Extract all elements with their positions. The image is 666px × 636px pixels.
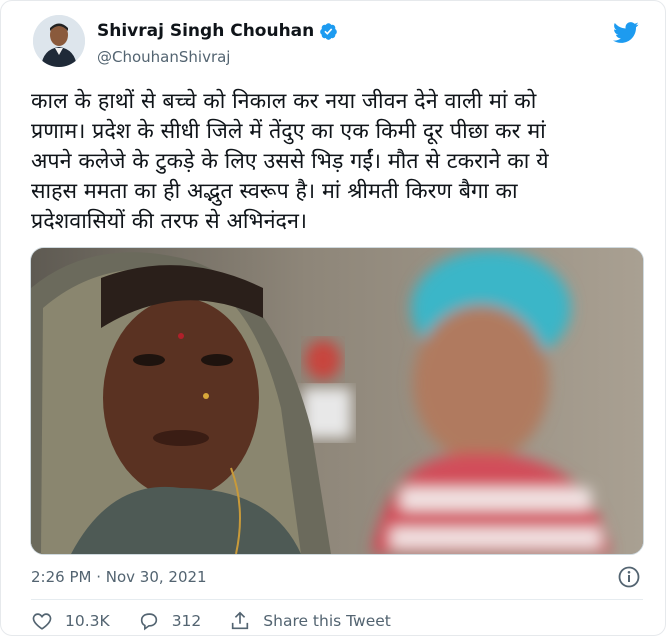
- verified-badge-icon: [320, 22, 338, 40]
- share-icon: [232, 611, 249, 630]
- reply-button[interactable]: 312: [138, 610, 202, 632]
- tweet-text-line: काल के हाथों से बच्चे को निकाल कर नया जी…: [31, 89, 537, 114]
- avatar[interactable]: [33, 15, 85, 67]
- like-count: 10.3K: [65, 612, 110, 630]
- reply-count: 312: [171, 612, 202, 630]
- heart-icon: [32, 613, 52, 630]
- twitter-bird-icon[interactable]: [612, 19, 639, 46]
- share-label: Share this Tweet: [263, 612, 391, 630]
- display-name[interactable]: Shivraj Singh Chouhan: [97, 21, 314, 41]
- tweet-text-line: प्रदेशवासियों की तरफ से अभिनंदन।: [31, 209, 308, 234]
- tweet-photo[interactable]: [30, 247, 644, 555]
- tweet-card: Shivraj Singh Chouhan @ChouhanShivraj का…: [0, 0, 666, 636]
- tweet-text-line: साहस ममता का ही अद्भुत स्वरूप है। मां श्…: [31, 179, 518, 204]
- tweet-text-line: अपने कलेजे के टुकड़े के लिए उससे भिड़ गई…: [31, 149, 549, 174]
- divider: [31, 599, 643, 600]
- info-icon[interactable]: [617, 565, 641, 589]
- action-bar: 10.3K 312 Share this Tweet: [31, 610, 419, 632]
- user-handle[interactable]: @ChouhanShivraj: [97, 48, 230, 66]
- share-button[interactable]: Share this Tweet: [229, 610, 391, 632]
- reply-bubble-icon: [140, 613, 157, 631]
- like-button[interactable]: 10.3K: [31, 610, 110, 632]
- tweet-text: काल के हाथों से बच्चे को निकाल कर नया जी…: [31, 87, 643, 237]
- tweet-text-line: प्रणाम। प्रदेश के सीधी जिले में तेंदुए क…: [31, 119, 546, 144]
- tweet-timestamp[interactable]: 2:26 PM · Nov 30, 2021: [31, 568, 207, 586]
